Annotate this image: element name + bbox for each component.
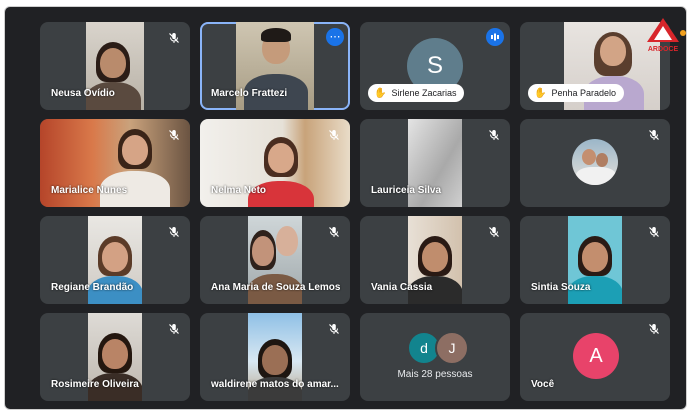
mic-off-icon: [166, 30, 182, 46]
mic-off-icon: [326, 321, 342, 337]
participant-tile-active[interactable]: ⋯ Marcelo Frattezi: [200, 22, 350, 110]
participant-name: Marcelo Frattezi: [211, 88, 288, 99]
participant-name: Ana Maria de Souza Lemos: [211, 282, 341, 293]
meet-grid: Neusa Ovídio ⋯ Marcelo Frattezi S ✋ Sirl…: [4, 6, 687, 410]
mic-off-icon: [646, 224, 662, 240]
participant-name: Regiane Brandão: [51, 282, 134, 293]
participant-name: Sintia Souza: [531, 282, 591, 293]
raised-hand-icon: ✋: [374, 87, 387, 99]
self-avatar: A: [573, 333, 619, 379]
participant-tile[interactable]: waldirene matos do amar...: [200, 313, 350, 401]
participant-name: Penha Paradelo: [551, 88, 617, 98]
participant-photo-avatar: [572, 139, 618, 185]
mic-off-icon: [646, 127, 662, 143]
participant-tile[interactable]: S ✋ Sirlene Zacarias: [360, 22, 510, 110]
participant-tile[interactable]: Regiane Brandão: [40, 216, 190, 304]
participant-tile[interactable]: Vania Cassia: [360, 216, 510, 304]
participant-tile[interactable]: Rosimeire Oliveira: [40, 313, 190, 401]
mic-off-icon: [166, 127, 182, 143]
mic-off-icon: [646, 321, 662, 337]
participant-tile[interactable]: Nelma Neto: [200, 119, 350, 207]
more-options-icon[interactable]: ⋯: [326, 28, 344, 46]
participant-tile[interactable]: Neusa Ovídio: [40, 22, 190, 110]
raised-hand-icon: ✋: [534, 87, 547, 99]
mic-off-icon: [486, 127, 502, 143]
participant-name: Lauriceia Silva: [371, 185, 442, 196]
participant-tile[interactable]: Ana Maria de Souza Lemos: [200, 216, 350, 304]
participant-tile[interactable]: Sintia Souza: [520, 216, 670, 304]
self-label: Você: [531, 379, 555, 390]
ardoce-logo: ARDOCE: [643, 16, 687, 56]
participant-name: Neusa Ovídio: [51, 88, 115, 99]
mic-off-icon: [166, 224, 182, 240]
more-participants-tile[interactable]: d J Mais 28 pessoas: [360, 313, 510, 401]
raised-hand-badge: ✋ Sirlene Zacarias: [368, 84, 465, 102]
participant-name: Marialice Nunes: [51, 185, 128, 196]
more-avatar-j: J: [435, 331, 469, 365]
self-tile[interactable]: A Você: [520, 313, 670, 401]
mic-off-icon: [326, 127, 342, 143]
mic-off-icon: [166, 321, 182, 337]
more-participants-label: Mais 28 pessoas: [397, 369, 473, 380]
participant-tile[interactable]: Lauriceia Silva: [360, 119, 510, 207]
mic-off-icon: [486, 224, 502, 240]
participant-name: waldirene matos do amar...: [211, 379, 339, 390]
mic-off-icon: [326, 224, 342, 240]
raised-hand-badge: ✋ Penha Paradelo: [528, 84, 625, 102]
participant-tile[interactable]: [520, 119, 670, 207]
participant-name: Sirlene Zacarias: [391, 88, 457, 98]
participant-name: Nelma Neto: [211, 185, 267, 196]
participant-name: Rosimeire Oliveira: [51, 379, 139, 390]
participant-name: Vania Cassia: [371, 282, 433, 293]
participant-tile[interactable]: Marialice Nunes: [40, 119, 190, 207]
svg-text:ARDOCE: ARDOCE: [648, 46, 679, 53]
speaking-indicator-icon: [486, 28, 504, 46]
